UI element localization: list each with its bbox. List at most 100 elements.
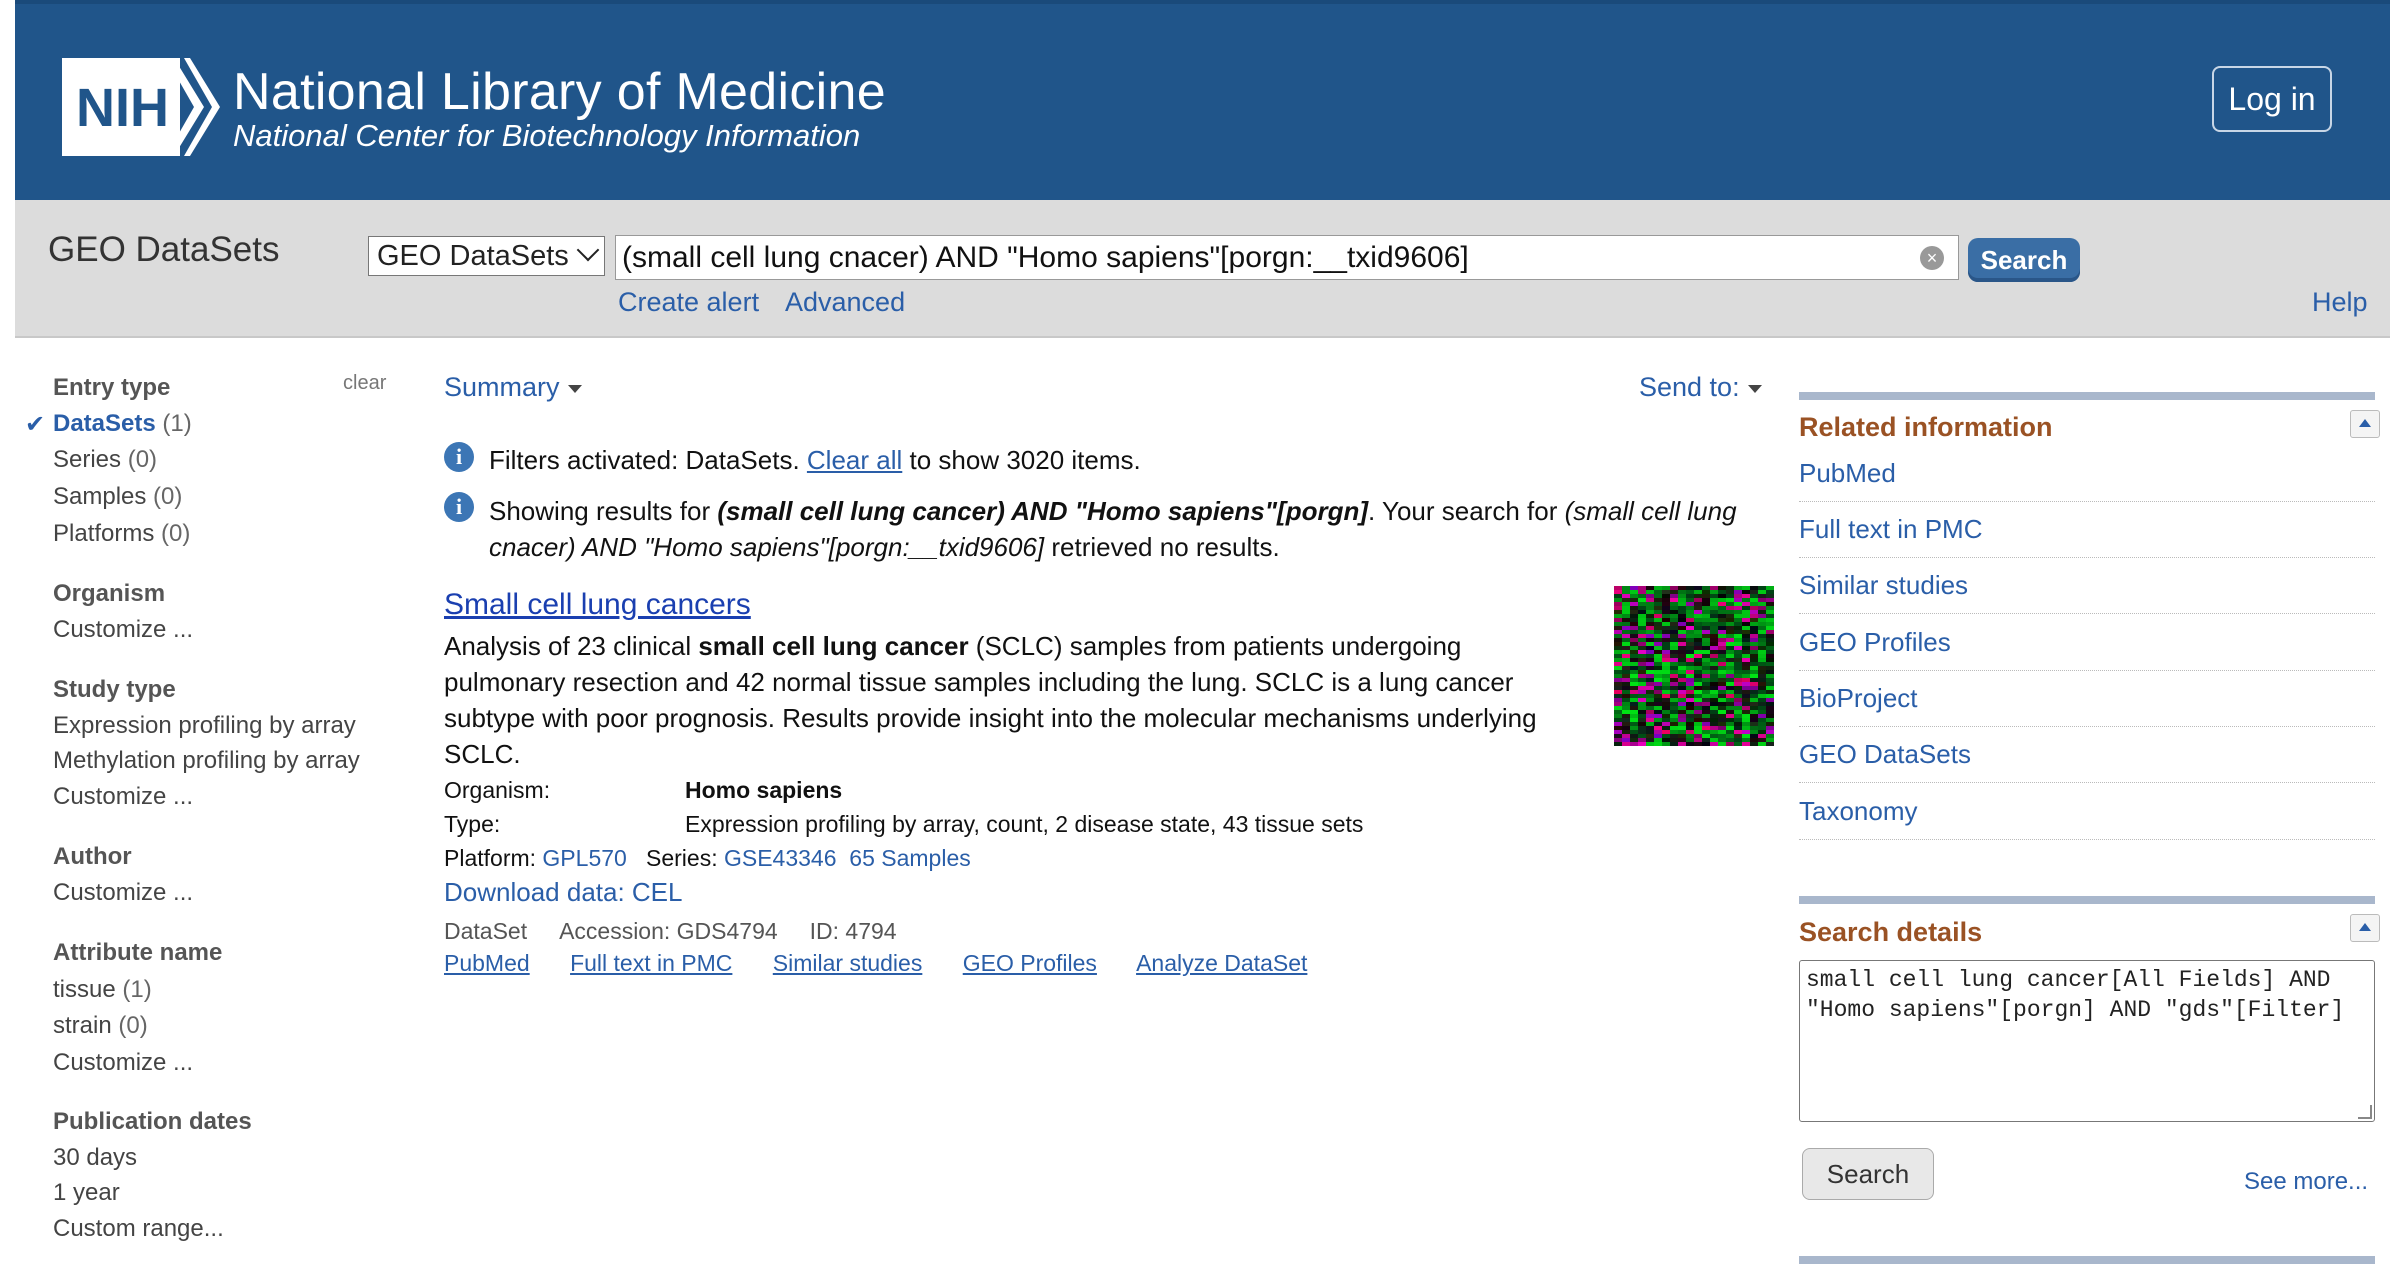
heatmap-cell <box>1718 702 1726 706</box>
heatmap-cell <box>1646 714 1654 718</box>
download-data-link[interactable]: Download data: CEL <box>444 877 682 908</box>
create-alert-link[interactable]: Create alert <box>618 287 759 318</box>
heatmap-cell <box>1710 698 1718 702</box>
send-to-label: Send to: <box>1639 372 1740 402</box>
heatmap-cell <box>1766 702 1774 706</box>
heatmap-cell <box>1742 674 1750 678</box>
clear-all-link[interactable]: Clear all <box>807 445 902 475</box>
resize-grip-icon[interactable] <box>2358 1105 2372 1119</box>
filter-item-series[interactable]: Series (0) <box>53 446 157 474</box>
heatmap-cell <box>1766 706 1774 710</box>
heatmap-cell <box>1750 602 1758 606</box>
filter-item-1-year[interactable]: 1 year <box>53 1179 120 1207</box>
help-link[interactable]: Help <box>2312 287 2368 318</box>
search-details-title[interactable]: Search details <box>1799 917 1982 948</box>
heatmap-cell <box>1638 674 1646 678</box>
heatmap-cell <box>1734 726 1742 730</box>
heatmap-cell <box>1686 730 1694 734</box>
filter-item-count: (0) <box>153 483 183 510</box>
search-details-textarea[interactable]: small cell lung cancer[All Fields] AND "… <box>1799 960 2375 1122</box>
filter-item-custom-range[interactable]: Custom range... <box>53 1215 224 1243</box>
search-input[interactable]: (small cell lung cnacer) AND "Homo sapie… <box>615 235 1959 280</box>
samples-link[interactable]: 65 Samples <box>849 845 970 871</box>
related-geo-datasets[interactable]: GEO DataSets <box>1799 739 2375 783</box>
heatmap-cell <box>1726 670 1734 674</box>
heatmap-cell <box>1694 714 1702 718</box>
result-title-link[interactable]: Small cell lung cancers <box>444 588 751 622</box>
filter-customize-organism[interactable]: Customize ... <box>53 616 193 644</box>
heatmap-cell <box>1614 654 1622 658</box>
related-pmc[interactable]: Full text in PMC <box>1799 514 2375 558</box>
heatmap-cell <box>1758 618 1766 622</box>
heatmap-cell <box>1630 594 1638 598</box>
platform-link[interactable]: GPL570 <box>542 845 626 871</box>
heatmap-cell <box>1662 586 1670 590</box>
filter-item-count: (1) <box>122 976 152 1003</box>
clear-icon[interactable]: × <box>1920 246 1944 270</box>
filter-customize-attribute[interactable]: Customize ... <box>53 1049 193 1077</box>
heatmap-cell <box>1654 726 1662 730</box>
related-geo-profiles[interactable]: GEO Profiles <box>1799 627 2375 671</box>
heatmap-cell <box>1678 722 1686 726</box>
filter-item-30-days[interactable]: 30 days <box>53 1144 137 1172</box>
result-link-similar-studies[interactable]: Similar studies <box>773 950 923 976</box>
filter-clear-link[interactable]: clear <box>343 372 386 395</box>
library-title[interactable]: National Library of Medicine <box>233 62 886 122</box>
see-more-link[interactable]: See more... <box>2244 1168 2368 1196</box>
result-link-geo-profiles[interactable]: GEO Profiles <box>963 950 1097 976</box>
filter-item-samples[interactable]: Samples (0) <box>53 483 182 511</box>
heatmap-cell <box>1750 626 1758 630</box>
filter-customize-study-type[interactable]: Customize ... <box>53 783 193 811</box>
filter-item-platforms[interactable]: Platforms (0) <box>53 520 190 548</box>
heatmap-cell <box>1638 694 1646 698</box>
series-link[interactable]: GSE43346 <box>724 845 837 871</box>
result-link-analyze-dataset[interactable]: Analyze DataSet <box>1136 950 1307 976</box>
collapse-related-button[interactable] <box>2350 410 2380 438</box>
collapse-details-button[interactable] <box>2350 914 2380 942</box>
filter-item-expression-array[interactable]: Expression profiling by array <box>53 712 356 740</box>
heatmap-cell <box>1654 586 1662 590</box>
result-link-pmc[interactable]: Full text in PMC <box>570 950 732 976</box>
heatmap-cell <box>1734 630 1742 634</box>
heatmap-cell <box>1750 630 1758 634</box>
login-button[interactable]: Log in <box>2212 66 2332 132</box>
heatmap-cell <box>1662 590 1670 594</box>
heatmap-cell <box>1654 694 1662 698</box>
heatmap-cell <box>1622 626 1630 630</box>
send-to-dropdown[interactable]: Send to: <box>1639 372 1762 403</box>
heatmap-cell <box>1622 694 1630 698</box>
result-link-pubmed[interactable]: PubMed <box>444 950 530 976</box>
heatmap-cell <box>1726 594 1734 598</box>
database-title[interactable]: GEO DataSets <box>48 230 279 270</box>
heatmap-cell <box>1654 642 1662 646</box>
nih-logo[interactable]: NIH <box>62 56 232 163</box>
summary-format-dropdown[interactable]: Summary <box>444 372 582 403</box>
heatmap-cell <box>1614 690 1622 694</box>
dataset-heatmap-thumbnail[interactable] <box>1614 586 1774 746</box>
filter-item-strain[interactable]: strain (0) <box>53 1012 148 1040</box>
filter-item-tissue[interactable]: tissue (1) <box>53 976 152 1004</box>
filter-customize-author[interactable]: Customize ... <box>53 879 193 907</box>
heatmap-cell <box>1734 622 1742 626</box>
heatmap-cell <box>1646 726 1654 730</box>
heatmap-cell <box>1646 602 1654 606</box>
advanced-search-link[interactable]: Advanced <box>785 287 905 318</box>
details-search-button[interactable]: Search <box>1802 1148 1934 1200</box>
heatmap-cell <box>1734 742 1742 746</box>
related-taxonomy[interactable]: Taxonomy <box>1799 796 2375 840</box>
filter-item-datasets[interactable]: DataSets (1) <box>53 410 192 438</box>
related-pubmed[interactable]: PubMed <box>1799 458 2375 502</box>
heatmap-cell <box>1734 686 1742 690</box>
related-similar-studies[interactable]: Similar studies <box>1799 570 2375 614</box>
heatmap-cell <box>1686 634 1694 638</box>
filter-item-methylation-array[interactable]: Methylation profiling by array <box>53 747 360 775</box>
heatmap-cell <box>1702 698 1710 702</box>
heatmap-cell <box>1702 670 1710 674</box>
heatmap-cell <box>1670 622 1678 626</box>
related-information-title[interactable]: Related information <box>1799 412 2053 443</box>
related-bioproject[interactable]: BioProject <box>1799 683 2375 727</box>
heatmap-cell <box>1766 726 1774 730</box>
heatmap-cell <box>1694 706 1702 710</box>
search-button[interactable]: Search <box>1968 238 2080 282</box>
database-select[interactable]: GEO DataSets <box>368 236 605 276</box>
